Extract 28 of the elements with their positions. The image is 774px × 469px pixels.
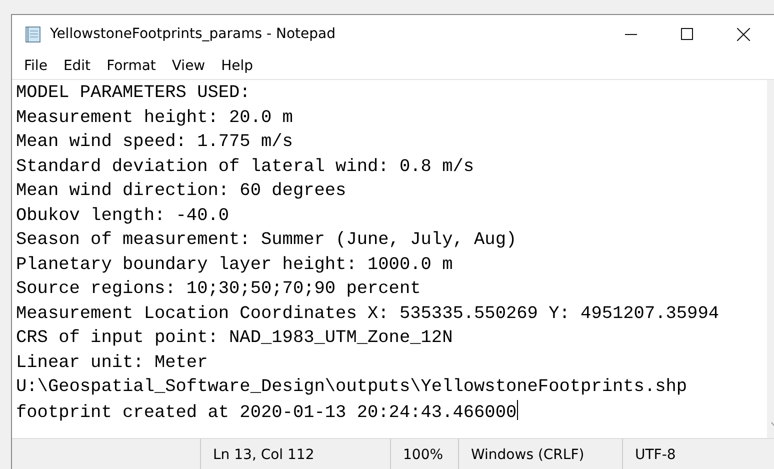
text-line: Mean wind direction: 60 degrees	[16, 181, 346, 201]
status-text: 100%	[403, 446, 444, 462]
text-line: U:\Geospatial_Software_Design\outputs\YellowstoneFootprints.shp	[16, 377, 688, 397]
menu-item[interactable]: Format	[98, 56, 164, 76]
status-text: Ln 13, Col 112	[213, 446, 314, 462]
text-line: CRS of input point: NAD_1983_UTM_Zone_12N	[16, 328, 453, 348]
menu-item[interactable]: Edit	[55, 56, 99, 76]
notepad-icon	[24, 25, 42, 43]
maximize-icon	[681, 28, 693, 40]
text-line: Measurement Location Coordinates X: 535335.550269 Y: 4951207.35994	[16, 304, 720, 324]
text-caret	[516, 400, 518, 420]
text-line: MODEL PARAMETERS USED:	[16, 83, 250, 103]
text-line: Source regions: 10;30;50;70;90 percent	[16, 279, 421, 299]
text-line: Planetary boundary layer height: 1000.0 m	[16, 254, 453, 274]
text-line: Obukov length: -40.0	[16, 206, 230, 226]
status-text: Windows (CRLF)	[471, 446, 584, 462]
text-line: Standard deviation of lateral wind: 0.8 m/s	[16, 156, 474, 176]
menu-item[interactable]: Help	[213, 56, 262, 76]
text-line: Season of measurement: Summer (June, July, Aug)	[16, 230, 517, 250]
close-icon	[736, 28, 750, 40]
window-title: YellowstoneFootprints_params - Notepad	[50, 26, 336, 42]
text-line: footprint created at 2020-01-13 20:24:43.466000	[16, 402, 517, 422]
menu-item[interactable]: View	[164, 56, 214, 76]
text-line: Mean wind speed: 1.775 m/s	[16, 132, 293, 152]
status-text: UTF-8	[635, 446, 676, 462]
text-line: Linear unit: Meter	[16, 352, 208, 372]
menu-item[interactable]: File	[16, 56, 56, 76]
text-line: Measurement height: 20.0 m	[16, 108, 293, 128]
